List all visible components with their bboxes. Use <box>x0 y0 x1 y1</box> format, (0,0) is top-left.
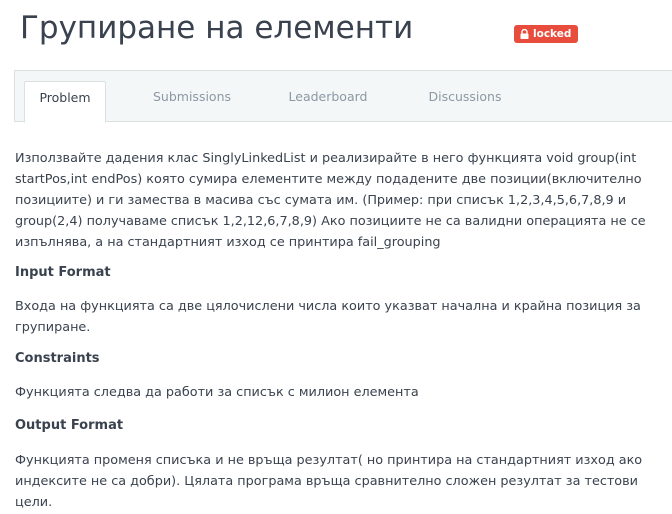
page-title: Групиране на елементи <box>20 10 414 46</box>
tab-problem[interactable]: Problem <box>24 81 106 123</box>
constraints-text: Функцията следва да работи за списък с м… <box>15 385 419 400</box>
challenge-header: Групиране на елементи locked <box>0 0 672 70</box>
lock-icon <box>520 29 529 39</box>
tab-leaderboard[interactable]: Leaderboard <box>278 81 378 123</box>
problem-description: Използвайте дадения клас SinglyLinkedLis… <box>15 151 646 250</box>
challenge-page: Групиране на елементи locked Problem Sub… <box>0 0 672 514</box>
locked-badge: locked <box>514 25 579 43</box>
input-format-heading: Input Format <box>15 265 111 280</box>
output-format-heading: Output Format <box>15 418 124 433</box>
tab-discussions[interactable]: Discussions <box>415 81 515 123</box>
output-format-text: Функцията променя списъка и не връща рез… <box>15 453 643 510</box>
tab-bar: Problem Submissions Leaderboard Discussi… <box>14 70 672 123</box>
constraints-heading: Constraints <box>15 351 100 366</box>
locked-badge-label: locked <box>533 28 572 40</box>
tab-submissions[interactable]: Submissions <box>142 81 242 123</box>
input-format-text: Входа на функцията са две цялочислени чи… <box>15 299 641 335</box>
